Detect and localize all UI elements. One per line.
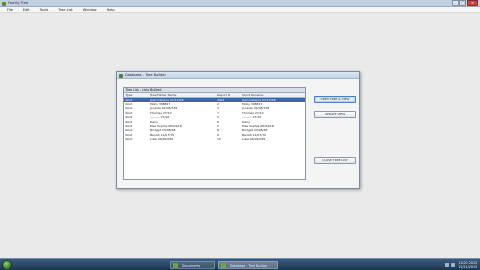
maximize-button[interactable]: □ [459,0,467,6]
task-label: Database - Tree Builder [230,263,268,268]
list-item[interactable]: Root Luke 06/09/035 10 Luke 06/09/035 [124,137,305,141]
dialog-titlebar[interactable]: Database - Tree Builder [117,72,359,79]
app-icon [221,263,226,268]
window-controls: – □ ✕ [451,0,478,6]
system-tray: 10:21 2013 21/11/2013 [444,260,477,270]
close-tree-list-button[interactable]: CLOSE TREE LIST [314,157,356,164]
task-label: Documents [182,263,201,268]
app-title: Family Tree [8,1,29,6]
dialog-title: Database - Tree Builder [125,73,166,78]
taskbar: Documents Database - Tree Builder 10:21 … [0,258,480,270]
tree-list[interactable]: Tree List - Lists Bullted Type Tree/Fath… [123,87,306,180]
menu-tools[interactable]: Tools [35,7,54,12]
start-button[interactable] [2,260,12,270]
volume-icon[interactable] [450,263,455,267]
task-documents[interactable]: Documents [170,260,215,269]
app-titlebar: Family Tree – □ ✕ [0,0,480,7]
menu-window[interactable]: Window [78,7,102,12]
tree-builder-dialog: Database - Tree Builder Tree List - List… [116,71,360,189]
menu-file[interactable]: File [2,7,18,12]
folder-icon [173,263,178,268]
cell-report: 10 [217,137,221,142]
menu-tree-list[interactable]: Tree List [53,7,78,12]
task-tree-builder[interactable]: Database - Tree Builder [218,260,278,269]
menu-edit[interactable]: Edit [18,7,35,12]
open-tree-button[interactable]: OPEN TREE & VIEW [314,96,356,103]
cell-type: Root [125,137,133,142]
network-icon[interactable] [444,263,449,267]
dialog-icon [119,73,123,78]
clock-date: 21/11/2013 [458,265,477,269]
update-view-button[interactable]: UPDATE VIEW [314,111,356,118]
cell-name: Luke 06/09/035 [150,137,174,142]
list-rows: Root Jean Celesce 01/12/26 4421 Jean Celesc… [124,97,305,142]
menu-help[interactable]: Help [102,7,120,12]
close-button[interactable]: ✕ [467,0,478,6]
app-icon [2,1,6,6]
clock[interactable]: 10:21 2013 21/11/2013 [459,261,477,269]
minimize-button[interactable]: – [451,0,459,6]
cell-short: Luke 06/09/035 [242,137,266,142]
